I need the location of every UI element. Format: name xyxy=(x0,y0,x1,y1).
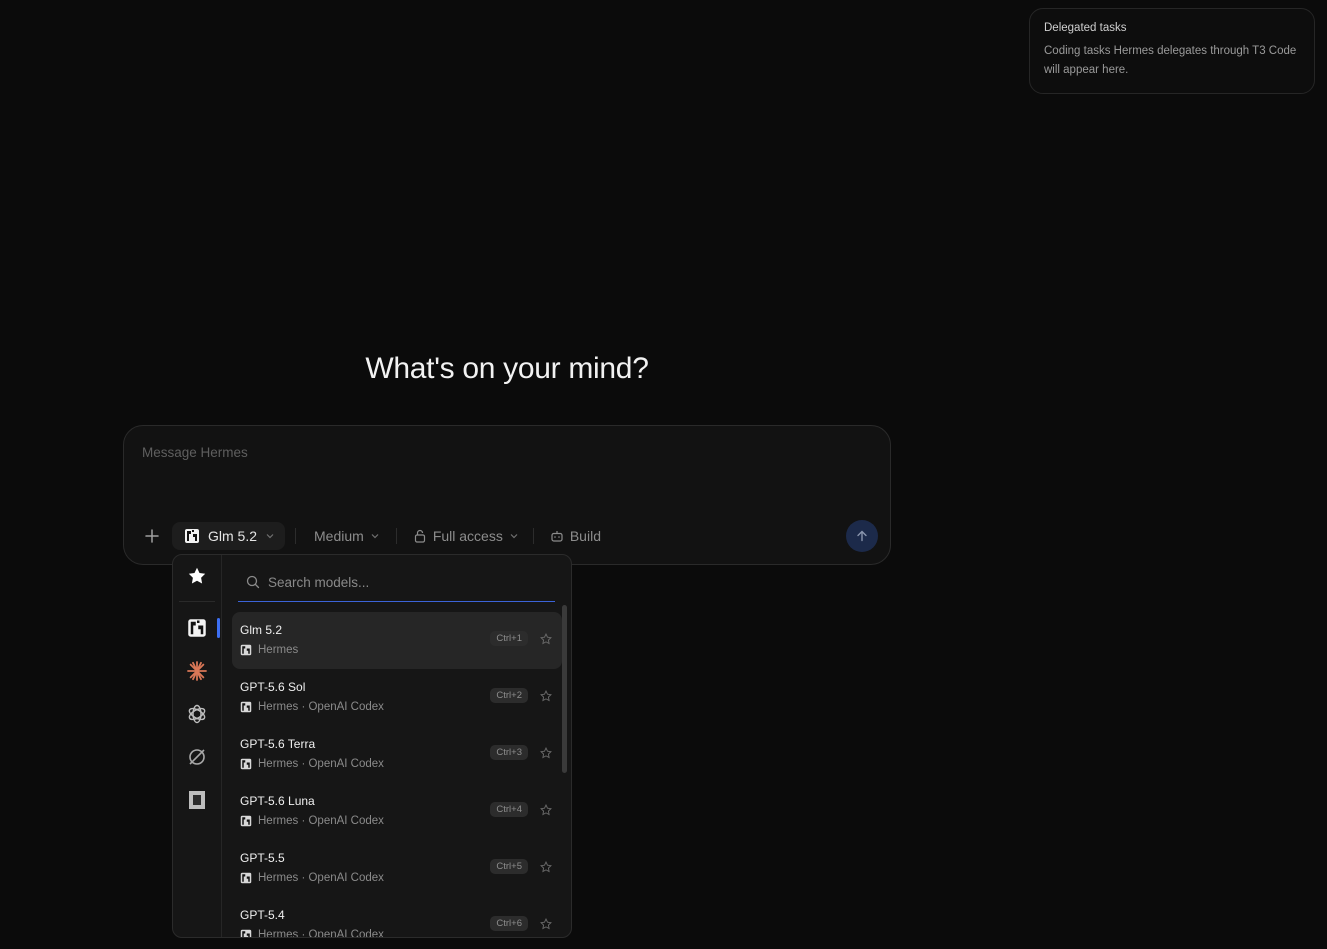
hermes-icon xyxy=(188,619,206,637)
shortcut-badge: Ctrl+3 xyxy=(490,745,528,760)
provider-cursor[interactable] xyxy=(185,745,209,769)
model-name: GPT-5.6 Terra xyxy=(240,737,316,751)
message-input[interactable] xyxy=(140,444,844,461)
provider-hermes[interactable] xyxy=(185,616,209,640)
delegated-tasks-title: Delegated tasks xyxy=(1044,22,1127,34)
model-provider: Hermes · OpenAI Codex xyxy=(240,758,384,770)
model-list: Glm 5.2 Hermes Ctrl+1 GPT-5.6 Sol Hermes… xyxy=(232,612,562,938)
delegated-tasks-card: Delegated tasks Coding tasks Hermes dele… xyxy=(1029,8,1315,94)
model-name: GPT-5.6 Luna xyxy=(240,794,315,808)
rail-divider xyxy=(179,601,215,602)
model-provider: Hermes · OpenAI Codex xyxy=(240,701,384,713)
model-provider: Hermes xyxy=(240,644,298,656)
shortcut-badge: Ctrl+5 xyxy=(490,859,528,874)
shortcut-badge: Ctrl+1 xyxy=(490,631,528,646)
star-outline-icon[interactable] xyxy=(540,804,552,816)
model-provider-label: Hermes · OpenAI Codex xyxy=(258,701,384,713)
opencode-icon xyxy=(189,791,205,809)
star-icon xyxy=(188,567,206,584)
model-selector-label: Glm 5.2 xyxy=(208,528,258,544)
model-row-gpt-5-4[interactable]: GPT-5.4 Hermes · OpenAI Codex Ctrl+6 xyxy=(232,897,562,938)
access-selector-button[interactable]: Full access xyxy=(413,528,519,544)
hermes-icon xyxy=(240,929,252,937)
shortcut-badge: Ctrl+4 xyxy=(490,802,528,817)
anthropic-icon xyxy=(187,661,207,681)
effort-selector-button[interactable]: Medium xyxy=(314,528,380,544)
hermes-icon xyxy=(240,701,252,713)
cursor-icon xyxy=(189,749,205,765)
provider-openai[interactable] xyxy=(185,702,209,726)
model-row-glm-5-2[interactable]: Glm 5.2 Hermes Ctrl+1 xyxy=(232,612,562,669)
arrow-up-icon xyxy=(857,530,867,542)
toolbar-divider xyxy=(532,528,534,544)
provider-opencode[interactable] xyxy=(185,788,209,812)
access-selector-label: Full access xyxy=(432,528,503,544)
hermes-icon xyxy=(185,529,199,543)
hermes-icon xyxy=(240,644,252,656)
plus-icon xyxy=(145,529,159,543)
model-name: GPT-5.6 Sol xyxy=(240,680,306,694)
model-picker: Glm 5.2 Hermes Ctrl+1 GPT-5.6 Sol Hermes… xyxy=(172,554,572,938)
star-outline-icon[interactable] xyxy=(540,633,552,645)
star-outline-icon[interactable] xyxy=(540,918,552,930)
model-provider: Hermes · OpenAI Codex xyxy=(240,929,384,938)
star-outline-icon[interactable] xyxy=(540,747,552,759)
model-provider-label: Hermes xyxy=(258,644,299,656)
composer-toolbar: Glm 5.2 Medium Full access Build xyxy=(138,522,601,550)
provider-anthropic[interactable] xyxy=(185,659,209,683)
model-provider-label: Hermes · OpenAI Codex xyxy=(258,758,384,770)
model-name: Glm 5.2 xyxy=(240,623,283,637)
provider-active-indicator xyxy=(217,618,220,638)
model-name: GPT-5.4 xyxy=(240,908,285,922)
openai-icon xyxy=(188,704,206,724)
model-name: GPT-5.5 xyxy=(240,851,285,865)
chevron-down-icon xyxy=(510,534,518,539)
shortcut-badge: Ctrl+2 xyxy=(490,688,528,703)
toolbar-divider xyxy=(395,528,397,544)
search-icon xyxy=(246,575,260,589)
model-row-gpt-5-6-sol[interactable]: GPT-5.6 Sol Hermes · OpenAI Codex Ctrl+2 xyxy=(232,669,562,726)
model-row-gpt-5-6-luna[interactable]: GPT-5.6 Luna Hermes · OpenAI Codex Ctrl+… xyxy=(232,783,562,840)
model-provider: Hermes · OpenAI Codex xyxy=(240,872,384,884)
hermes-icon xyxy=(240,758,252,770)
chevron-down-icon xyxy=(371,534,379,539)
model-provider: Hermes · OpenAI Codex xyxy=(240,815,384,827)
chevron-down-icon xyxy=(266,534,274,539)
model-row-gpt-5-5[interactable]: GPT-5.5 Hermes · OpenAI Codex Ctrl+5 xyxy=(232,840,562,897)
hermes-icon xyxy=(240,872,252,884)
mode-selector-label: Build xyxy=(569,528,601,544)
model-search-input[interactable] xyxy=(266,573,550,591)
page-title: What's on your mind? xyxy=(365,352,649,385)
star-outline-icon[interactable] xyxy=(540,690,552,702)
effort-selector-label: Medium xyxy=(314,528,364,544)
robot-icon xyxy=(551,531,563,542)
model-search xyxy=(238,563,555,602)
model-provider-label: Hermes · OpenAI Codex xyxy=(258,815,384,827)
shortcut-badge: Ctrl+6 xyxy=(490,916,528,931)
model-row-gpt-5-6-terra[interactable]: GPT-5.6 Terra Hermes · OpenAI Codex Ctrl… xyxy=(232,726,562,783)
send-button[interactable] xyxy=(846,520,878,552)
model-provider-label: Hermes · OpenAI Codex xyxy=(258,872,384,884)
toolbar-divider xyxy=(295,528,297,544)
hermes-icon xyxy=(240,815,252,827)
mode-selector-button[interactable]: Build xyxy=(550,528,601,544)
delegated-tasks-description: Coding tasks Hermes delegates through T3… xyxy=(1044,45,1297,76)
star-outline-icon[interactable] xyxy=(540,861,552,873)
composer: Glm 5.2 Medium Full access xyxy=(123,425,891,565)
favorites-filter[interactable] xyxy=(185,564,209,588)
provider-rail xyxy=(173,555,222,937)
model-list-scrollbar[interactable] xyxy=(562,605,567,773)
add-attachment-button[interactable] xyxy=(138,522,166,550)
lock-open-icon xyxy=(414,529,425,543)
page: Delegated tasks Coding tasks Hermes dele… xyxy=(0,0,1327,949)
model-selector-button[interactable]: Glm 5.2 xyxy=(172,522,286,550)
model-provider-label: Hermes · OpenAI Codex xyxy=(258,929,384,938)
